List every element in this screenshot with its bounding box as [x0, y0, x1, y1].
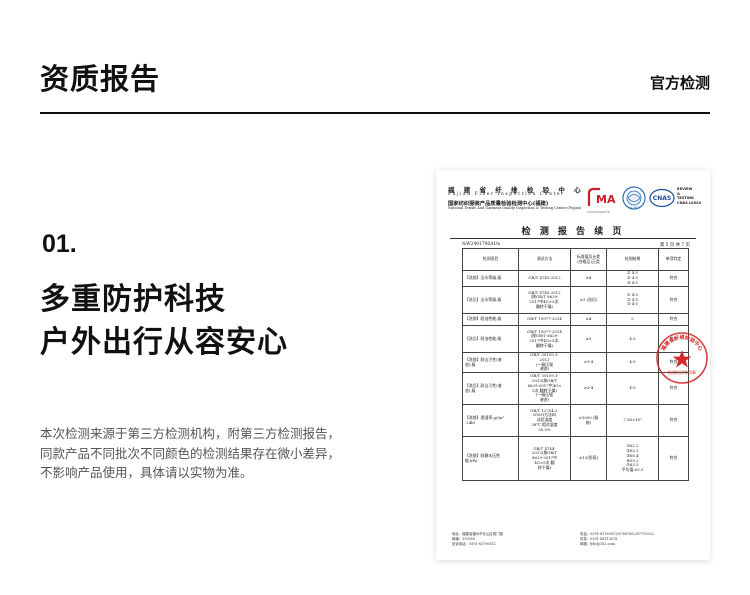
table-cell-item: 【洗前】耐静水压性 能,kPa: [462, 436, 519, 481]
table-cell-item: 【洗前】沾水等级,级: [462, 270, 519, 287]
table-cell-judge: 符合: [658, 436, 689, 481]
header-cell: 标准值及允差 (合格品)正类: [570, 248, 607, 271]
table-cell-std: ≥3-4: [570, 352, 607, 373]
table-cell-item: 【洗前】透湿率,g/(m² ·24h): [462, 404, 519, 437]
table-cell-judge: 符合: [658, 270, 689, 287]
svg-text:福建省纤维检验中心: 福建省纤维检验中心: [659, 334, 704, 353]
section-headline: 多重防护科技 户外出行从容安心: [40, 278, 288, 364]
report-table-header: 检测项目 测试方法 标准值及允差 (合格品)正类 检测结果 单项判定: [462, 248, 689, 271]
table-cell-result: ①62.2 ②63.3 ③68.4 ④59.2 ⑤63.5 平均值:63.5: [606, 436, 659, 481]
report-title: 检 测 报 告 续 页: [521, 227, 625, 237]
review-testing-label: REVIEW & TESTING CNAS L0524: [677, 187, 701, 205]
report-number: №W2401706A1№: [462, 242, 501, 247]
report-org2-en: National Textile And Garment Quality Ins…: [448, 206, 582, 210]
desc-line-1: 本次检测来源于第三方检测机构，附第三方检测报告，: [40, 426, 341, 441]
report-org-en: Fujian Fiber Inspection Center: [448, 192, 565, 197]
table-cell-method: GB/T 30159.1- 2013(按GB/T 8629-2017中4G× 5次,翻…: [518, 372, 571, 405]
table-cell-judge: 符合: [658, 313, 689, 326]
official-stamp: 福建省纤维检验中心 检验检测专用章: [656, 332, 708, 384]
table-cell-std: ≥3-4: [570, 372, 607, 405]
header-cell: 检测结果: [606, 248, 659, 271]
table-cell-result: ① 4-5 ② 4-5 ③ 4-5: [606, 286, 659, 314]
desc-line-2: 同款产品不同批次不同颜色的检测结果存在微小差异，: [40, 445, 341, 461]
table-cell-std: ≥3: [570, 325, 607, 353]
table-cell-item: 【洗后】沾水等级,级: [462, 286, 519, 314]
cert-number: 220013040076: [587, 210, 610, 214]
cma-logo-text: MA: [596, 193, 616, 206]
table-cell-result: 4-5: [606, 372, 659, 405]
stamp-text: 福建省纤维检验中心: [659, 334, 704, 353]
table-cell-method: GB/T 19977-2014 (按GB/T 8629- 2017中4G×5次, 翻转…: [518, 325, 571, 353]
table-cell-result: ① 4-5 ② 4-5 ③ 4-5: [606, 270, 659, 287]
table-cell-std: ≥4: [570, 313, 607, 326]
table-cell-std: ≥3000 (服 装): [570, 404, 607, 437]
section-description: 本次检测来源于第三方检测机构，附第三方检测报告， 同款产品不同批次不同颜色的检测…: [40, 424, 370, 483]
table-cell-method: GB/T 30159.1- 2013 (一级压辊 液态): [518, 352, 571, 373]
stamp-star-icon: [672, 350, 692, 368]
cnas-logo-icon: CNAS: [649, 188, 675, 208]
table-cell-method: GB/T 12704.2- 2009(方法B) 试验温度 38℃,相对湿度 50.0%: [518, 404, 571, 437]
table-row: 【洗前】透湿率,g/(m² ·24h) GB/T 12704.2- 2009(方法B)…: [462, 404, 689, 437]
table-cell-std: ≥4: [570, 270, 607, 287]
table-cell-result: 4.5: [606, 325, 659, 353]
header-cell: 单项判定: [658, 248, 689, 271]
table-cell-std: ≥13(防雨): [570, 436, 607, 481]
table-row: 【洗前】沾水等级,级 GB/T 4745-2012 ≥4 ① 4-5 ② 4-5 ③ 4-…: [462, 270, 689, 287]
table-cell-item: 【洗后】耐油性能,级: [462, 325, 519, 353]
table-cell-method: GB/T 19977-2014: [518, 313, 571, 326]
page-title: 资质报告: [40, 62, 161, 96]
ilac-mra-logo-icon: ilac-MRA: [622, 186, 646, 210]
table-cell-judge: 符合: [658, 404, 689, 437]
headline-line-1: 多重防护科技: [40, 282, 226, 317]
page-header: 资质报告 官方检测: [40, 52, 710, 114]
table-cell-result: 4-5: [606, 352, 659, 373]
ilac-logo-text: ilac-MRA: [628, 206, 639, 210]
report-divider: [450, 238, 696, 239]
table-cell-method: GB/T 4745-2012 (按GB/T 8629- 2017中4G×5次, 翻转干…: [518, 286, 571, 314]
table-cell-item: 【洗后】耐沾污性(液 态),级: [462, 372, 519, 405]
table-cell-item: 【洗前】耐沾污性(液 态),级: [462, 352, 519, 373]
report-footer: 地址：福建省福州市仓山区城门镇 电话：0591-83760011/87667662…: [452, 532, 655, 546]
table-row: 【洗前】耐油性能,级 GB/T 19977-2014 ≥4 5 符合: [462, 313, 689, 326]
desc-line-3: 不影响产品使用，具体请以实物为准。: [40, 465, 253, 480]
table-cell-result: 5: [606, 313, 659, 326]
table-cell-result: 7.56×10³: [606, 404, 659, 437]
table-cell-std: ≥3 (洗后): [570, 286, 607, 314]
header-cell: 检测项目: [462, 248, 519, 271]
cma-logo-icon: MA: [587, 187, 616, 206]
test-report-image: 福 建 省 纤 维 检 验 中 心 Fujian Fiber Inspectio…: [436, 170, 710, 560]
table-cell-item: 【洗前】耐油性能,级: [462, 313, 519, 326]
table-cell-method: GB/T 4745-2012: [518, 270, 571, 287]
table-row: 【洗前】耐静水压性 能,kPa GB/T 4744- 2013(按GB/T 8629-2…: [462, 436, 689, 481]
table-row: 【洗后】沾水等级,级 GB/T 4745-2012 (按GB/T 8629- 2017…: [462, 286, 689, 314]
header-cell: 测试方法: [518, 248, 571, 271]
cnas-logo-text: CNAS: [653, 195, 671, 202]
section-number: 01.: [42, 230, 77, 258]
table-cell-judge: 符合: [658, 286, 689, 314]
headline-line-2: 户外出行从容安心: [40, 325, 288, 360]
table-cell-method: GB/T 4744- 2013(按GB/T 8629-2017中 4G×5次,翻 转干燥…: [518, 436, 571, 481]
header-tag: 官方检测: [649, 74, 710, 92]
stamp-sub-text: 检验检测专用章: [668, 369, 696, 375]
